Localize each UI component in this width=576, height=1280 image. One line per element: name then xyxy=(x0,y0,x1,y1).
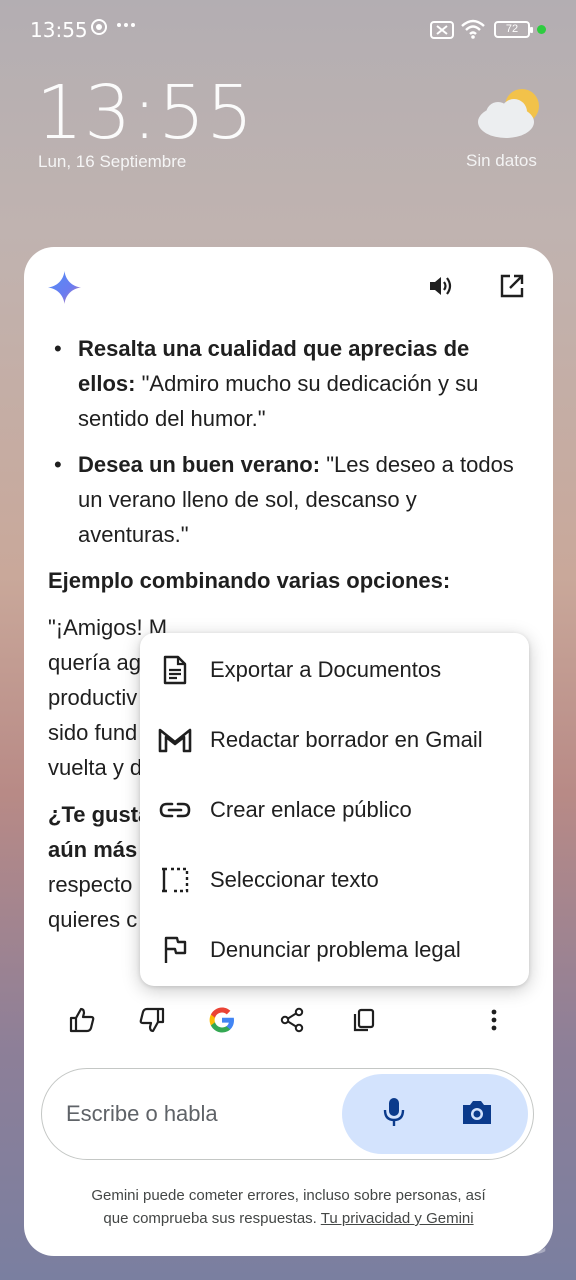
menu-item-gmail-draft[interactable]: Redactar borrador en Gmail xyxy=(140,705,529,775)
flag-icon xyxy=(158,933,192,967)
more-notifications-icon xyxy=(116,14,136,39)
section-heading: Ejemplo combinando varias opciones: xyxy=(48,568,451,593)
bullet-title: Desea un buen verano: xyxy=(78,452,321,477)
thumbs-down-button[interactable] xyxy=(132,1002,172,1042)
open-in-app-button[interactable] xyxy=(497,273,527,303)
battery-indicator: 72 xyxy=(494,21,533,38)
response-actions xyxy=(24,1002,553,1042)
menu-item-select-text[interactable]: Seleccionar texto xyxy=(140,845,529,915)
menu-item-label: Seleccionar texto xyxy=(210,867,379,892)
bullet-item: Desea un buen verano: "Les deseo a todos… xyxy=(48,447,528,552)
more-options-menu: Exportar a Documentos Redactar borrador … xyxy=(140,633,529,986)
menu-item-label: Denunciar problema legal xyxy=(210,937,461,962)
camera-button[interactable] xyxy=(457,1094,497,1134)
menu-item-public-link[interactable]: Crear enlace público xyxy=(140,775,529,845)
menu-item-label: Exportar a Documentos xyxy=(210,657,442,682)
bullet-item: Resalta una cualidad que aprecias de ell… xyxy=(48,331,528,436)
menu-item-report-legal[interactable]: Denunciar problema legal xyxy=(140,915,529,985)
share-button[interactable] xyxy=(272,1002,312,1042)
thumbs-down-icon xyxy=(138,1006,166,1039)
open-external-icon xyxy=(499,273,525,304)
microphone-icon xyxy=(383,1097,405,1132)
menu-item-label: Crear enlace público xyxy=(210,797,412,822)
camera-icon xyxy=(461,1098,493,1131)
thumbs-up-icon xyxy=(68,1006,96,1039)
status-bar: 13:55 72 xyxy=(0,0,576,60)
bullet-text: "Admiro mucho su dedicación y su sentido… xyxy=(78,371,479,431)
document-icon xyxy=(158,653,192,687)
input-action-pill xyxy=(342,1074,528,1154)
more-vert-icon xyxy=(490,1008,498,1037)
record-icon xyxy=(90,18,108,41)
select-text-icon xyxy=(158,863,192,897)
speaker-button[interactable] xyxy=(426,273,456,303)
menu-item-export-docs[interactable]: Exportar a Documentos xyxy=(140,635,529,705)
google-search-button[interactable] xyxy=(202,1002,242,1042)
wifi-icon xyxy=(460,18,486,45)
share-icon xyxy=(279,1007,305,1038)
lockscreen-date: Lun, 16 Septiembre xyxy=(38,152,187,171)
privacy-dot xyxy=(537,25,546,34)
gemini-sparkle-icon xyxy=(48,271,81,304)
copy-icon xyxy=(351,1007,377,1038)
google-g-icon xyxy=(207,1005,237,1040)
status-time: 13:55 xyxy=(30,18,88,42)
more-options-button[interactable] xyxy=(474,1002,514,1042)
prompt-input[interactable]: Escribe o habla xyxy=(41,1068,534,1160)
microphone-button[interactable] xyxy=(374,1094,414,1134)
thumbs-up-button[interactable] xyxy=(62,1002,102,1042)
lockscreen-clock: 13:55 xyxy=(36,70,255,156)
link-icon xyxy=(158,793,192,827)
copy-button[interactable] xyxy=(344,1002,384,1042)
prompt-placeholder: Escribe o habla xyxy=(66,1101,218,1126)
watermark: GEEKNETIC xyxy=(290,1222,556,1262)
menu-item-label: Redactar borrador en Gmail xyxy=(210,727,483,752)
disclaimer-line: Gemini puede cometer errores, incluso so… xyxy=(91,1187,486,1204)
weather-status: Sin datos xyxy=(466,151,537,170)
sim-off-icon xyxy=(430,20,454,45)
speaker-icon xyxy=(428,274,454,303)
disclaimer-text: que comprueba sus respuestas. xyxy=(103,1210,321,1227)
weather-partly-cloudy-icon xyxy=(476,86,542,142)
gmail-icon xyxy=(158,723,192,757)
